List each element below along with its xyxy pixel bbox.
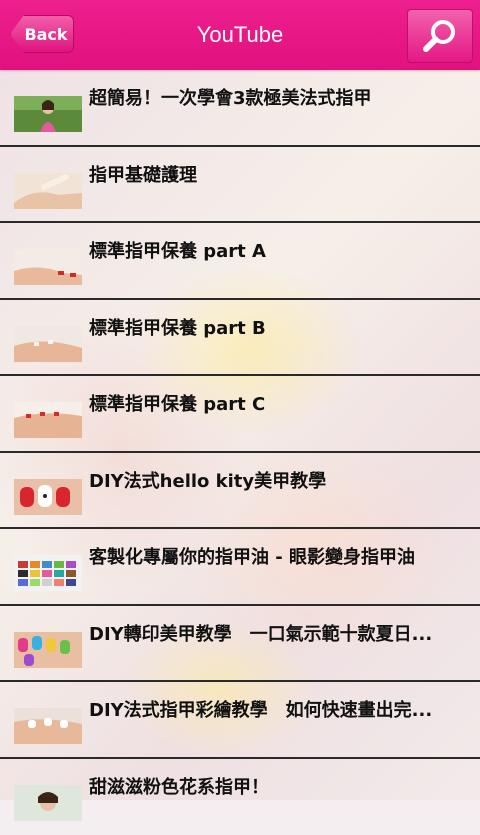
search-icon <box>420 16 460 56</box>
list-item[interactable]: 超簡易！一次學會3款極美法式指甲 <box>0 70 480 147</box>
video-title: DIY法式hello kity美甲教學 <box>89 467 461 493</box>
video-title: 甜滋滋粉色花系指甲！ <box>89 773 461 799</box>
list-item[interactable]: 客製化專屬你的指甲油 - 眼影變身指甲油 <box>0 529 480 606</box>
search-button[interactable] <box>407 9 473 63</box>
video-title: DIY轉印美甲教學 一口氣示範十款夏日... <box>89 620 461 646</box>
video-thumbnail <box>14 632 82 668</box>
list-item[interactable]: 標準指甲保養 part B <box>0 300 480 377</box>
list-item[interactable]: 標準指甲保養 part C <box>0 376 480 453</box>
video-title: 客製化專屬你的指甲油 - 眼影變身指甲油 <box>89 543 461 569</box>
video-title: DIY法式指甲彩繪教學 如何快速畫出完... <box>89 696 461 722</box>
list-item[interactable]: DIY法式hello kity美甲教學 <box>0 453 480 530</box>
video-title: 指甲基礎護理 <box>89 161 461 187</box>
video-thumbnail <box>14 708 82 744</box>
video-thumbnail <box>14 173 82 209</box>
list-item[interactable]: 標準指甲保養 part A <box>0 223 480 300</box>
app-header: YouTube Back <box>0 0 480 70</box>
list-item[interactable]: DIY法式指甲彩繪教學 如何快速畫出完... <box>0 682 480 759</box>
list-item[interactable]: 甜滋滋粉色花系指甲！ <box>0 759 480 835</box>
video-thumbnail <box>14 555 82 591</box>
video-thumbnail <box>14 785 82 821</box>
video-thumbnail <box>14 96 82 132</box>
video-thumbnail <box>14 479 82 515</box>
video-title: 標準指甲保養 part B <box>89 314 461 340</box>
list-item[interactable]: 指甲基礎護理 <box>0 147 480 224</box>
list-item[interactable]: DIY轉印美甲教學 一口氣示範十款夏日... <box>0 606 480 683</box>
video-title: 標準指甲保養 part C <box>89 390 461 416</box>
video-title: 超簡易！一次學會3款極美法式指甲 <box>89 84 461 110</box>
video-thumbnail <box>14 249 82 285</box>
video-thumbnail <box>14 326 82 362</box>
video-title: 標準指甲保養 part A <box>89 237 461 263</box>
video-list: 超簡易！一次學會3款極美法式指甲 指甲基礎護理 標準指甲保養 part A <box>0 70 480 835</box>
video-thumbnail <box>14 402 82 438</box>
